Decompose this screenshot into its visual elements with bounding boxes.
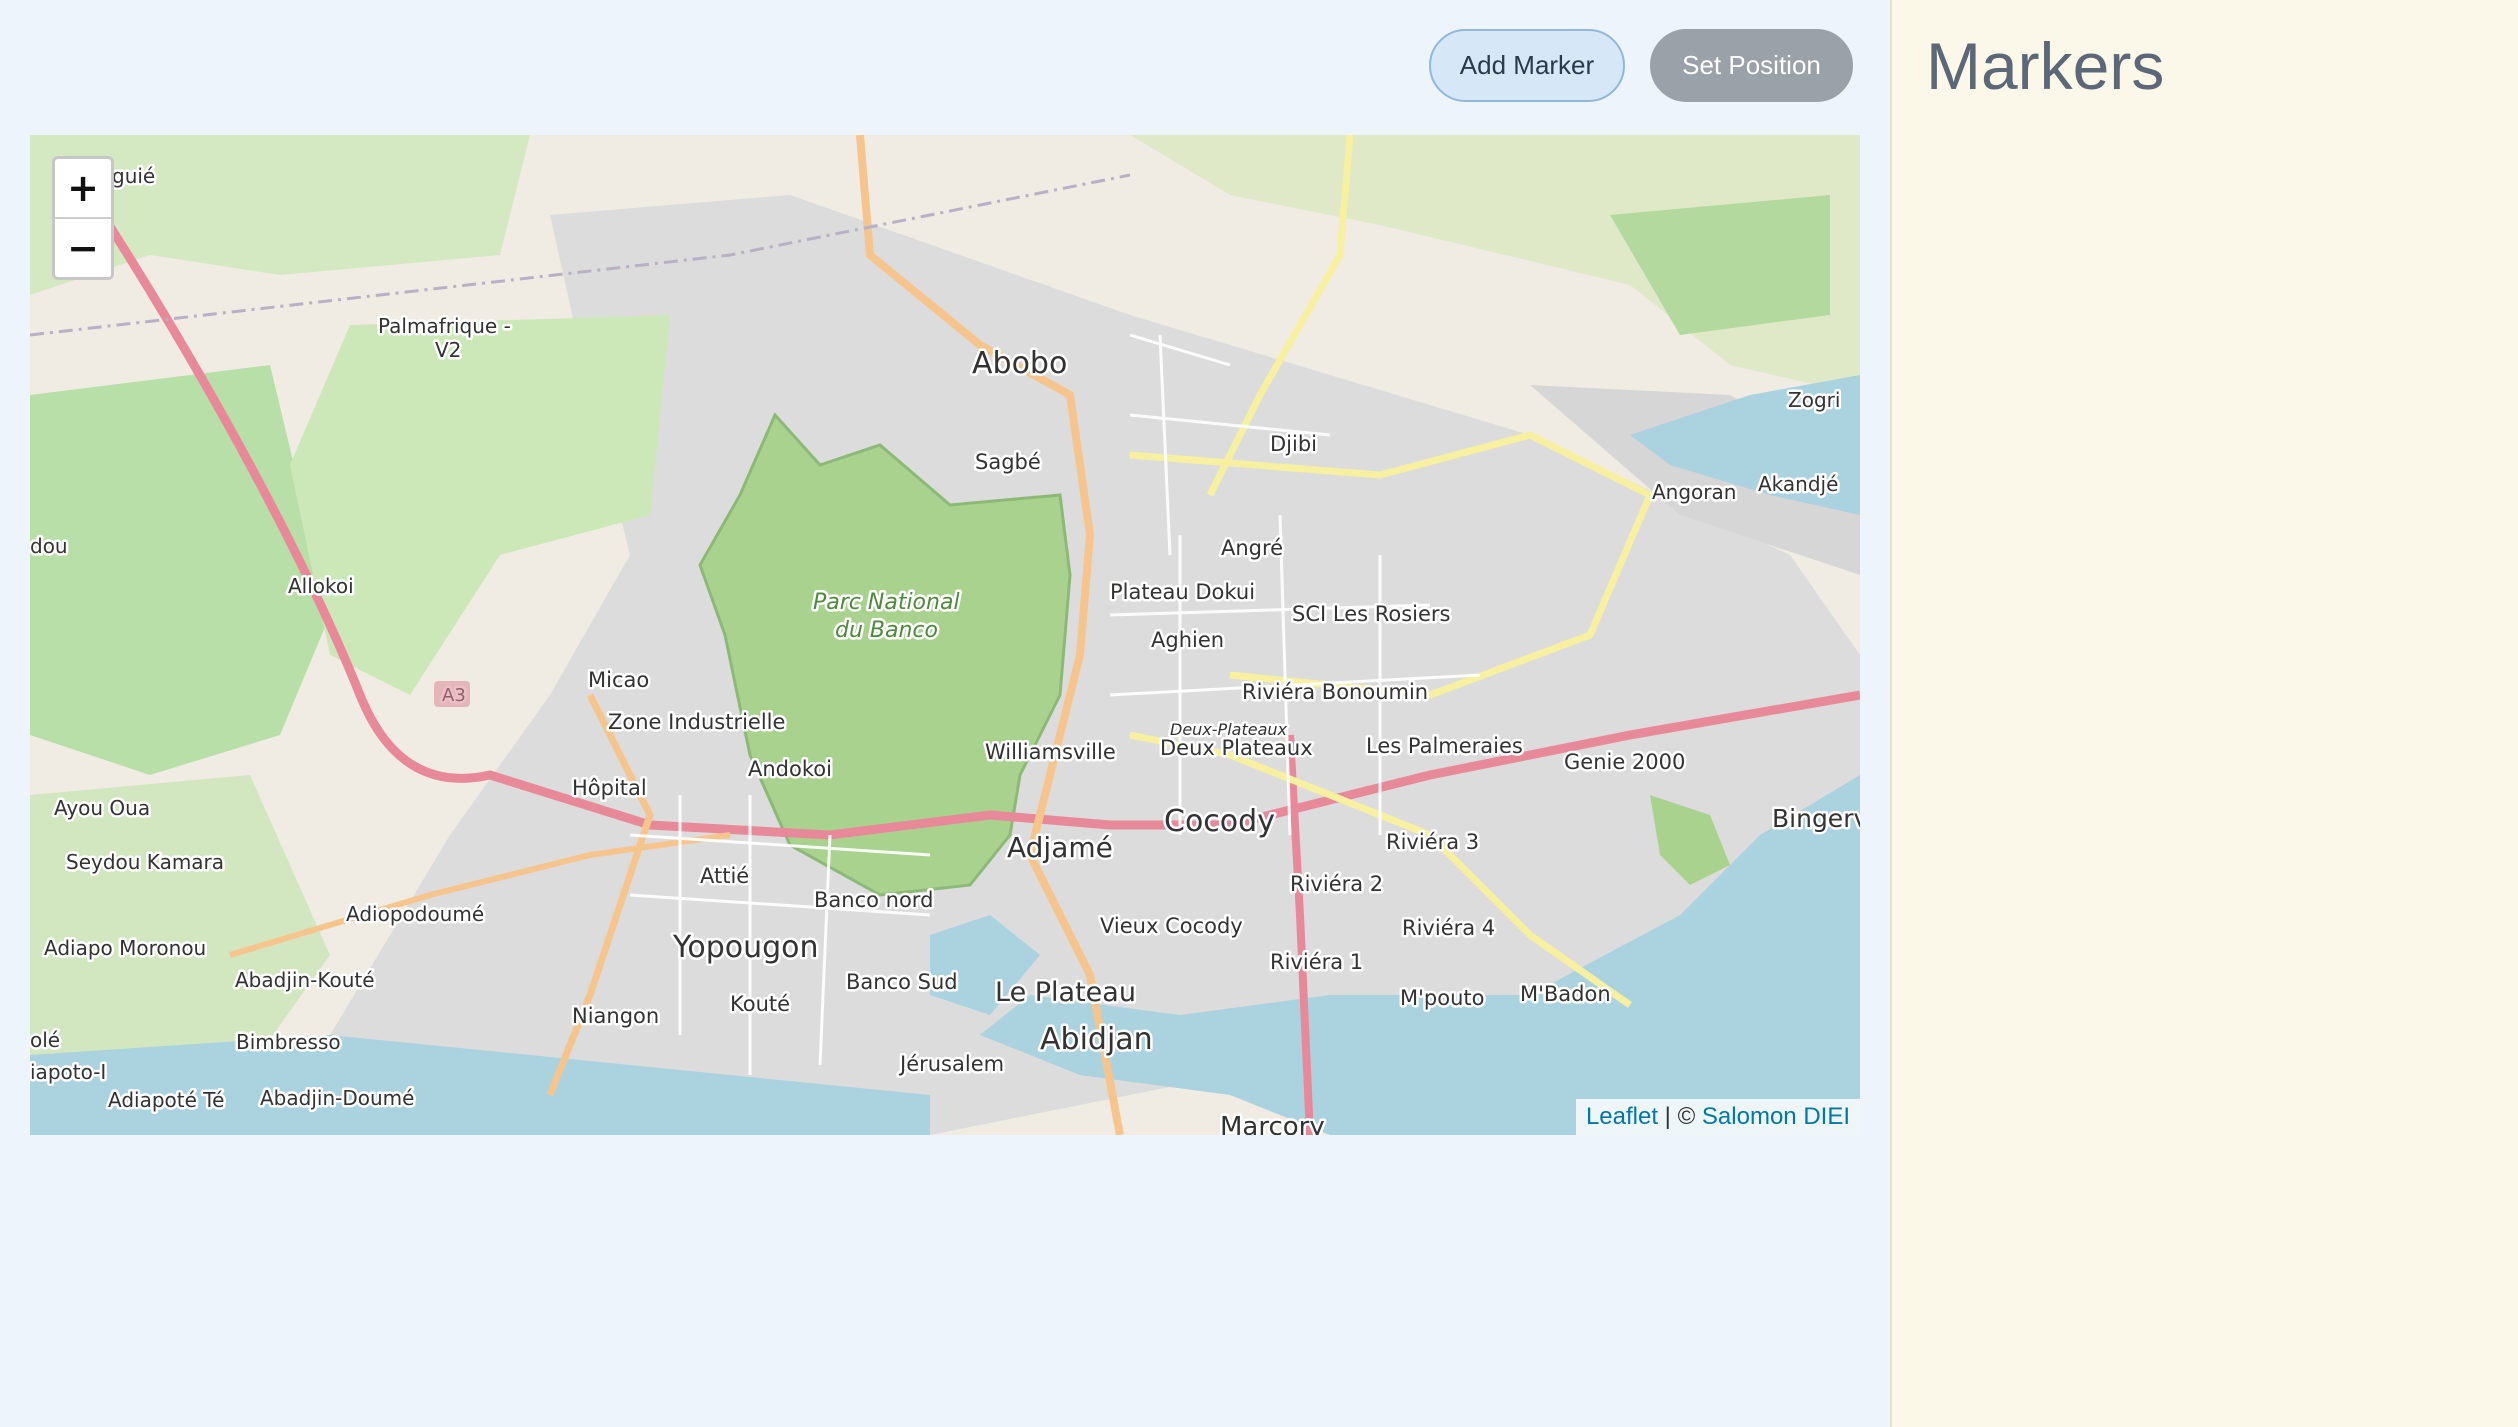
map-label-guie: guié — [112, 164, 155, 188]
map-label-ole: olé — [30, 1028, 60, 1052]
map-label-micao: Micao — [588, 668, 649, 692]
map-label-v2: V2 — [435, 338, 461, 362]
map-label-andokoi: Andokoi — [748, 757, 832, 781]
map-label-abobo: Abobo — [972, 346, 1067, 381]
map-label-riv1: Riviéra 1 — [1270, 950, 1363, 974]
map-label-yopougon: Yopougon — [672, 930, 819, 965]
map-label-park1: Parc National — [813, 590, 960, 615]
map-label-iapoto: iapoto-I — [30, 1060, 106, 1084]
map-label-niangon: Niangon — [572, 1004, 659, 1028]
map-label-riv-bonoumin: Riviéra Bonoumin — [1242, 680, 1428, 704]
map-label-bimbresso: Bimbresso — [236, 1030, 341, 1054]
map-label-le-plateau: Le Plateau — [995, 977, 1136, 1008]
map-label-seydou: Seydou Kamara — [66, 850, 224, 874]
author-link[interactable]: Salomon DIEI — [1702, 1103, 1850, 1130]
leaflet-link[interactable]: Leaflet — [1586, 1103, 1658, 1130]
map-label-banco-sud: Banco Sud — [846, 970, 958, 994]
zoom-control: + − — [52, 156, 114, 280]
map-label-riv2: Riviéra 2 — [1290, 872, 1383, 896]
map-label-akandje: Akandjé — [1758, 472, 1838, 496]
map-label-angre: Angré — [1221, 536, 1283, 560]
zoom-out-button[interactable]: − — [55, 219, 111, 277]
map-label-plateau-dokui: Plateau Dokui — [1110, 580, 1255, 604]
map-label-adjame: Adjamé — [1007, 831, 1113, 864]
map-label-abadjin-koute: Abadjin-Kouté — [235, 968, 375, 992]
map-label-cocody: Cocody — [1164, 804, 1275, 839]
map-label-vieux-cocody: Vieux Cocody — [1100, 914, 1243, 938]
map-label-aghien: Aghien — [1151, 628, 1224, 652]
map-label-mbadon: M'Badon — [1520, 982, 1611, 1006]
map-label-allokoi: Allokoi — [288, 574, 354, 598]
map-label-banco-nord: Banco nord — [814, 888, 933, 912]
map-label-marcory: Marcory — [1220, 1112, 1325, 1135]
map-label-djibi: Djibi — [1270, 432, 1317, 456]
map-label-bingerv: Bingerv — [1772, 804, 1860, 833]
zoom-in-button[interactable]: + — [55, 159, 111, 219]
map-label-sagbe: Sagbé — [975, 450, 1041, 474]
map-label-palmeraies: Les Palmeraies — [1366, 734, 1523, 758]
map-label-dou: dou — [30, 534, 68, 558]
map-label-zone-ind: Zone Industrielle — [608, 710, 785, 734]
map-label-attie: Attié — [700, 864, 749, 888]
map-label-sci: SCI Les Rosiers — [1292, 602, 1451, 626]
map-label-adiopodoume: Adiopodoumé — [346, 902, 484, 926]
map-attribution: Leaflet | © Salomon DIEI — [1575, 1099, 1860, 1135]
map-label-palmafrique: Palmafrique - — [378, 314, 511, 338]
set-position-button[interactable]: Set Position — [1650, 29, 1853, 102]
map-label-deux-plateaux: Deux Plateaux — [1160, 736, 1313, 760]
map-label-hopital: Hôpital — [572, 776, 647, 800]
map-tiles: Abobo Sagbé Djibi Zogri Angoran Akandjé … — [30, 135, 1860, 1135]
map-label-adiapo: Adiapo Moronou — [44, 936, 206, 960]
map-label-koute: Kouté — [730, 992, 790, 1016]
markers-sidebar: Markers — [1890, 0, 2518, 1427]
map-label-mpouto: M'pouto — [1400, 986, 1484, 1010]
sidebar-title: Markers — [1926, 29, 2165, 103]
map-label-park2: du Banco — [835, 618, 938, 643]
map-label-genie: Genie 2000 — [1564, 750, 1685, 774]
map-label-zogri: Zogri — [1788, 388, 1840, 412]
map-label-abadjin-doume: Abadjin-Doumé — [260, 1086, 414, 1110]
map-label-riv4: Riviéra 4 — [1402, 916, 1495, 940]
map-label-angoran: Angoran — [1652, 480, 1736, 504]
map-label-williamsville: Williamsville — [985, 740, 1116, 764]
main-area: Add Marker Set Position Abobo Sagbé Djib… — [0, 0, 1890, 1427]
attribution-separator: | © — [1658, 1103, 1702, 1130]
map[interactable]: Abobo Sagbé Djibi Zogri Angoran Akandjé … — [30, 135, 1860, 1135]
add-marker-button[interactable]: Add Marker — [1429, 29, 1625, 102]
map-label-ayou: Ayou Oua — [54, 796, 150, 820]
map-label-jerusalem: Jérusalem — [898, 1052, 1004, 1076]
map-label-riv3: Riviéra 3 — [1386, 830, 1479, 854]
map-label-abidjan: Abidjan — [1040, 1022, 1153, 1057]
map-label-adiapote: Adiapoté Té — [108, 1088, 224, 1112]
